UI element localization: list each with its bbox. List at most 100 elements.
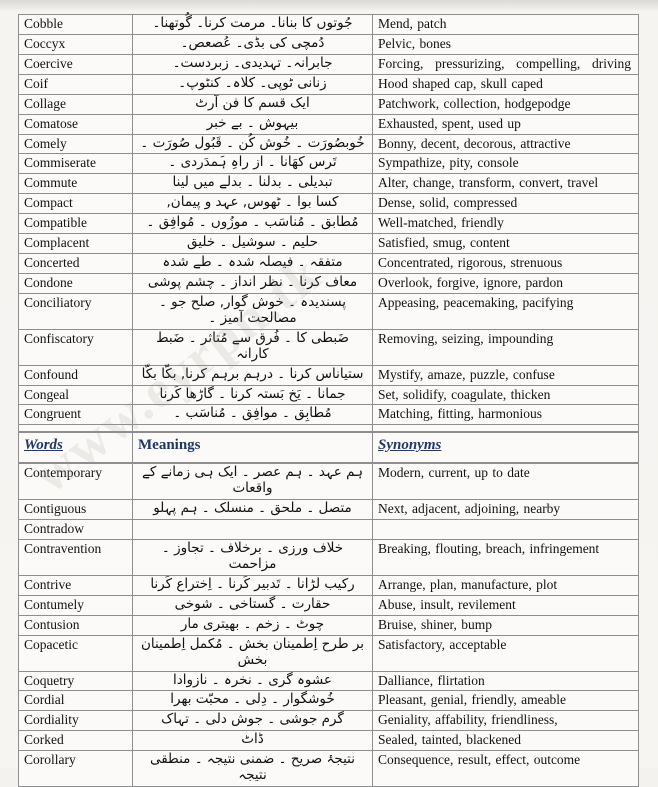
column-header-words: Words	[18, 431, 133, 465]
word-cell: Coercive	[18, 53, 133, 75]
table-row: Contiguous متصل ۔ ملحق ۔ منسلک ۔ ہم پہلو N…	[18, 499, 639, 521]
table-row: Coercive جابرانہ۔ تہدیدی۔ زبردست۔ Forcing,…	[18, 53, 639, 75]
table-row: Corked ڈاٹ Sealed, tainted, blackened	[18, 730, 639, 752]
table-row: Contravention خلاف ورزی ۔ برخلاف ۔ تجاوز …	[18, 539, 639, 576]
vocabulary-table-body: Cobble جُوتوں کا بنانا۔ مرمت کرنا۔ گُوتھن…	[18, 14, 639, 787]
synonym-cell: Pelvic, bones	[372, 33, 639, 55]
synonym-cell: Next, adjacent, adjoining, nearby	[372, 499, 639, 521]
meaning-cell: کسا بوا ۔ ٹھوس, عہد و پیمان,	[132, 193, 373, 215]
table-row: Contusion چوٹ ۔ زخم ۔ بھیتری مار Bruise, s…	[18, 614, 639, 636]
word-cell: Cordial	[18, 690, 133, 712]
synonym-cell: Alter, change, transform, convert, trave…	[372, 173, 639, 195]
meaning-cell: گرم جوشی ۔ جوش دلی ۔ تہاک	[132, 710, 373, 732]
synonym-cell: Mystify, amaze, puzzle, confuse	[372, 364, 639, 386]
synonym-cell: Exhausted, spent, used up	[372, 113, 639, 135]
synonym-cell: Bonny, decent, decorous, attractive	[372, 133, 639, 155]
synonym-cell: Geniality, affability, friendliness,	[372, 710, 639, 732]
word-cell: Collage	[18, 93, 133, 115]
table-row: Concerted متفقہ ۔ فیصلہ شدہ ۔ طے شدہ Conce…	[18, 253, 639, 274]
word-cell: Coquetry	[18, 670, 133, 692]
table-row: Corollary نتیجۂ صریح ۔ ضمنی نتیجہ ۔ منطقی…	[18, 750, 639, 787]
word-cell: Conciliatory	[18, 292, 133, 330]
meaning-cell: معاف کرنا ۔ نظر انداز ۔ چشم پوشی	[132, 272, 373, 294]
word-cell: Contumely	[18, 594, 133, 616]
word-cell: Cordiality	[18, 710, 133, 732]
table-row: Contrive رکیب لڑانا ۔ تَدبیر کَرنا ۔ اِخت…	[18, 574, 639, 596]
word-cell: Copacetic	[18, 634, 133, 672]
table-row: Coif زنانی ٹوپی۔ کلاہ۔ کنٹوپ۔ Hood shaped …	[18, 73, 639, 95]
meaning-cell: بر طرح اِطمینان بخش ۔ مُکمل اِطمینان بخش	[132, 634, 373, 672]
meaning-cell: دُمچی کی بڈی۔ عُصعص۔	[132, 33, 373, 55]
meaning-cell: تَرس کھَانا ۔ از راہِ ہَمدَردی ۔	[132, 153, 373, 175]
meaning-cell: جابرانہ۔ تہدیدی۔ زبردست۔	[132, 53, 373, 75]
word-cell: Congeal	[18, 384, 133, 406]
table-row: Congruent مُطابِق ۔ موافِق ۔ مُناسَب ۔ Mat…	[18, 404, 639, 426]
synonym-cell: Dense, solid, compressed	[372, 193, 639, 215]
meaning-cell: پسندیدہ ۔ خوش گوار, صلح جو ۔ مصالحت آمیز…	[132, 292, 373, 330]
meaning-cell: متصل ۔ ملحق ۔ منسلک ۔ ہم پہلو	[132, 499, 373, 521]
table-row: Compact کسا بوا ۔ ٹھوس, عہد و پیمان, Dense…	[18, 193, 639, 215]
synonym-cell: Forcing, pressurizing, compelling, drivi…	[372, 53, 639, 75]
synonym-cell: Consequence, result, effect, outcome	[372, 750, 639, 787]
word-cell: Corked	[18, 730, 133, 752]
table-spacer-cell	[18, 424, 133, 433]
synonym-cell: Satisfactory, acceptable	[372, 634, 639, 672]
table-row: Congeal جمانا ۔ یَخ بَستہ کرنا ۔ گاڑھا کَ…	[18, 384, 639, 406]
column-header-row: Words Meanings Synonyms	[18, 431, 639, 465]
meaning-cell: چوٹ ۔ زخم ۔ بھیتری مار	[132, 614, 373, 636]
word-cell: Contiguous	[18, 499, 133, 521]
table-row: Collage ایک قسم کا فن آرٹ Patchwork, colle…	[18, 93, 639, 115]
word-cell: Congruent	[18, 404, 133, 426]
meaning-cell: حلیم ۔ سوشیل ۔ خلیق	[132, 233, 373, 255]
vocabulary-table-container: Cobble جُوتوں کا بنانا۔ مرمت کرنا۔ گُوتھن…	[18, 14, 639, 787]
word-cell: Contrive	[18, 574, 133, 596]
meaning-cell: ایک قسم کا فن آرٹ	[132, 93, 373, 115]
synonym-cell: Bruise, shiner, bump	[372, 614, 639, 636]
word-cell: Contradow	[18, 519, 133, 541]
table-row: Condone معاف کرنا ۔ نظر انداز ۔ چشم پوشی O…	[18, 272, 639, 294]
meaning-cell: خلاف ورزی ۔ برخلاف ۔ تجاوز ۔مزاحمت	[132, 539, 373, 576]
table-row: Contumely حقارت ۔ گستاخی ۔ شوخی Abuse, ins…	[18, 594, 639, 616]
synonym-cell: Concentrated, rigorous, strenuous	[372, 253, 639, 274]
table-row: Commiserate تَرس کھَانا ۔ از راہِ ہَمدَرد…	[18, 153, 639, 175]
meaning-cell: ضَبطی کا ۔ فُرق سے مُتاثر ۔ ضَبط کارانہ	[132, 328, 373, 366]
word-cell: Corollary	[18, 750, 133, 787]
table-row: Confound ستیاناس کرنا ۔ درہم برہم کرنا, ب…	[18, 364, 639, 386]
synonym-cell: Removing, seizing, impounding	[372, 328, 639, 366]
table-row: Commute تبدیلی ۔ بدلنا ۔ بدلے میں لینا Alt…	[18, 173, 639, 195]
synonym-cell: Overlook, forgive, ignore, pardon	[372, 272, 639, 294]
meaning-cell: خُوشگوار ۔ دِلی ۔ محبّت بھرا	[132, 690, 373, 712]
word-cell: Cobble	[18, 14, 133, 35]
table-row: Confiscatory ضَبطی کا ۔ فُرق سے مُتاثر ۔ …	[18, 328, 639, 366]
column-header-meanings: Meanings	[132, 431, 373, 465]
table-row: Contradow	[18, 519, 639, 541]
column-header-words-label: Words	[24, 437, 63, 454]
synonym-cell: Sealed, tainted, blackened	[372, 730, 639, 752]
word-cell: Contusion	[18, 614, 133, 636]
meaning-cell: جمانا ۔ یَخ بَستہ کرنا ۔ گاڑھا کَرنا	[132, 384, 373, 406]
table-row: Coquetry عشوہ گری ۔ نخرہ ۔ نازوادا Dallian…	[18, 670, 639, 692]
synonym-cell: Appeasing, peacemaking, pacifying	[372, 292, 639, 330]
synonym-cell: Sympathize, pity, console	[372, 153, 639, 175]
word-cell: Confound	[18, 364, 133, 386]
synonym-cell: Abuse, insult, revilement	[372, 594, 639, 616]
word-cell: Coif	[18, 73, 133, 95]
word-cell: Commiserate	[18, 153, 133, 175]
page-top-sheen	[0, 0, 658, 10]
table-row: Complacent حلیم ۔ سوشیل ۔ خلیق Satisfied, …	[18, 233, 639, 255]
table-row: Comely خُوبصُورَت ۔ خُوش کُن ۔ قَبُول صُو…	[18, 133, 639, 155]
meaning-cell	[132, 519, 373, 541]
table-row: Coccyx دُمچی کی بڈی۔ عُصعص۔ Pelvic, bones	[18, 33, 639, 55]
synonym-cell: Set, solidify, coagulate, thicken	[372, 384, 639, 406]
word-cell: Comely	[18, 133, 133, 155]
word-cell: Confiscatory	[18, 328, 133, 366]
column-header-synonyms-label: Synonyms	[378, 437, 442, 454]
meaning-cell: بیہوش ۔ بے خبر	[132, 113, 373, 135]
synonym-cell: Dalliance, flirtation	[372, 670, 639, 692]
synonym-cell: Arrange, plan, manufacture, plot	[372, 574, 639, 596]
table-row: Conciliatory پسندیدہ ۔ خوش گوار, صلح جو ۔…	[18, 292, 639, 330]
table-row: Contemporary ہم عہد ۔ ہم عصر ۔ ایک ہی زما…	[18, 462, 639, 501]
meaning-cell: نتیجۂ صریح ۔ ضمنی نتیجہ ۔ منطقی نتیجہ	[132, 750, 373, 787]
column-header-meanings-label: Meanings	[138, 437, 201, 454]
synonym-cell: Satisfied, smug, content	[372, 233, 639, 255]
